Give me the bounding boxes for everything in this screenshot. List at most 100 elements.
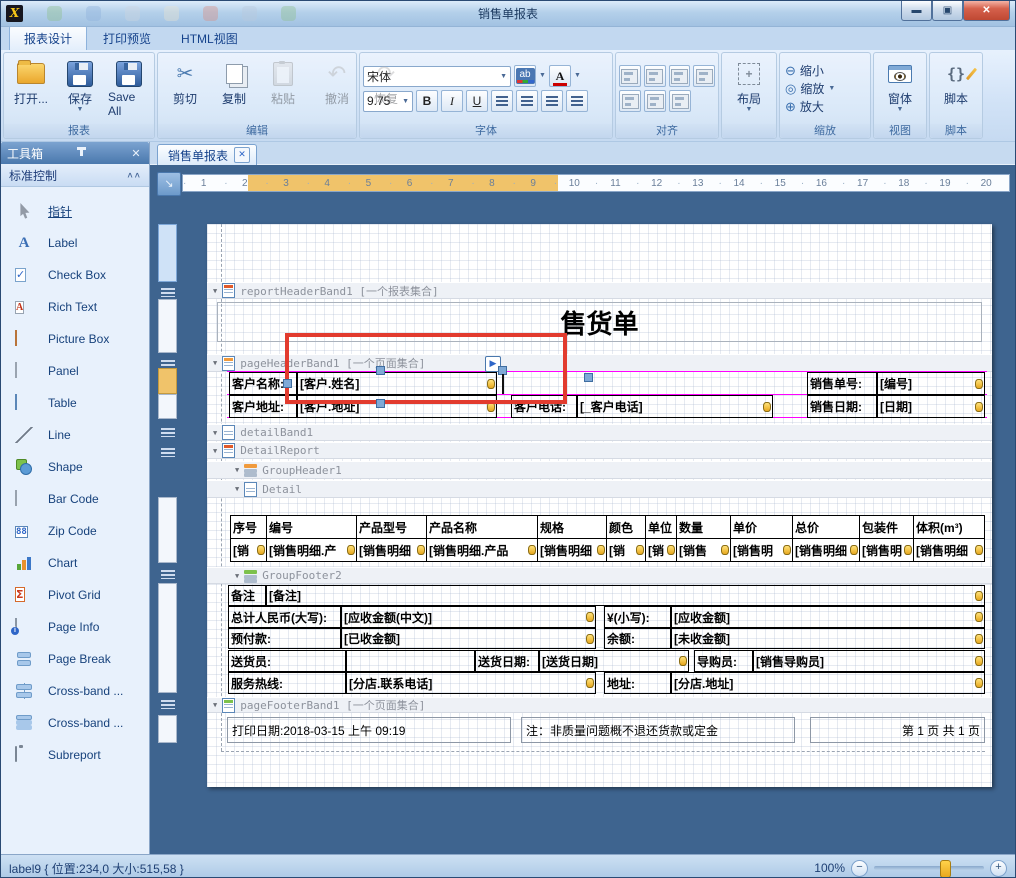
app-icon[interactable]: X [6, 5, 23, 22]
total-num-label[interactable]: ¥(小写): [604, 606, 671, 628]
close-button[interactable]: ✕ [963, 1, 1010, 21]
selection-handle[interactable] [376, 366, 385, 375]
total-cn-label[interactable]: 总计人民币(大写): [228, 606, 341, 628]
balance-label[interactable]: 余额: [604, 628, 671, 649]
zoom-slider[interactable] [874, 866, 984, 870]
toolbox-item-pointer[interactable]: 指针 [1, 195, 149, 227]
detail-field[interactable]: [销售明细 [793, 539, 860, 561]
zoom-button[interactable]: ◎缩放▼ [783, 80, 867, 97]
vertical-ruler-segment[interactable] [158, 224, 177, 282]
document-close-icon[interactable]: ✕ [234, 147, 250, 163]
vertical-ruler-segment[interactable] [158, 497, 177, 563]
vertical-ruler-segment[interactable] [158, 715, 177, 743]
align-lefts-button[interactable] [644, 65, 666, 87]
report-page[interactable]: ▼ reportHeaderBand1 [一个报表集合] 售货单 ▼ pageH… [207, 224, 992, 787]
selection-handle[interactable] [584, 373, 593, 382]
remark-field[interactable]: [备注] [266, 585, 985, 606]
remark-label[interactable]: 备注 [228, 585, 266, 606]
col-header[interactable]: 编号 [267, 516, 357, 538]
col-header[interactable]: 数量 [677, 516, 731, 538]
minimize-button[interactable]: ▬ [901, 1, 932, 21]
align-tops-button[interactable] [619, 90, 641, 112]
order-no-field[interactable]: [编号] [877, 372, 985, 395]
selection-handle[interactable] [376, 399, 385, 408]
justify-button[interactable] [566, 90, 588, 112]
deliverer-label[interactable]: 送货员: [228, 650, 346, 672]
collapse-triangle-icon[interactable]: ▼ [213, 359, 217, 367]
align-middles-button[interactable] [644, 90, 666, 112]
zoom-in-plus-button[interactable]: + [990, 860, 1007, 877]
band-header-detailBand1[interactable]: ▼ detailBand1 [207, 424, 992, 441]
pin-icon[interactable] [79, 147, 93, 159]
redo-button[interactable]: ↷ 恢复 [362, 55, 410, 122]
toolbox-item-checkbox[interactable]: ✓Check Box [1, 259, 149, 291]
col-header[interactable]: 单位 [646, 516, 677, 538]
tab-html-view[interactable]: HTML视图 [167, 26, 252, 50]
sale-date-label[interactable]: 销售日期: [807, 395, 877, 418]
zoom-out-minus-button[interactable]: − [851, 860, 868, 877]
document-tab[interactable]: 销售单报表 ✕ [157, 144, 257, 165]
tab-report-design[interactable]: 报表设计 [9, 25, 87, 50]
align-rights-button[interactable] [693, 65, 715, 87]
snap-grid-button[interactable] [619, 65, 641, 87]
band-grip[interactable] [161, 428, 175, 437]
select-report-button[interactable]: ↘ [157, 172, 181, 196]
band-header-Detail[interactable]: ▼ Detail [207, 480, 992, 498]
detail-field[interactable]: [销售 [677, 539, 731, 561]
band-header-GroupFooter2[interactable]: ▼ GroupFooter2 [207, 567, 992, 584]
paste-button[interactable]: 粘贴 [259, 55, 307, 122]
prepaid-label[interactable]: 预付款: [228, 628, 341, 649]
toolbox-item-table[interactable]: Table [1, 387, 149, 419]
script-button[interactable]: {} 脚本 [932, 55, 980, 122]
align-center-button[interactable] [516, 90, 538, 112]
toolbox-item-crossband-box[interactable]: Cross-band ... [1, 707, 149, 739]
order-no-label[interactable]: 销售单号: [807, 372, 877, 395]
band-grip[interactable] [161, 448, 175, 457]
toolbox-item-picturebox[interactable]: Picture Box [1, 323, 149, 355]
detail-table[interactable]: 序号 编号 产品型号 产品名称 规格 颜色 单位 数量 单价 总价 包装件 体积… [230, 515, 985, 562]
maximize-button[interactable]: ▣ [932, 1, 963, 21]
col-header[interactable]: 规格 [538, 516, 607, 538]
detail-field[interactable]: [销售明细 [357, 539, 427, 561]
customer-phone-field[interactable]: [_客户电话] [577, 395, 773, 418]
collapse-triangle-icon[interactable]: ▼ [213, 447, 217, 455]
col-header[interactable]: 产品名称 [427, 516, 538, 538]
vertical-ruler-segment-selected[interactable] [158, 368, 177, 394]
guide-label[interactable]: 导购员: [694, 650, 753, 672]
bold-button[interactable]: B [416, 90, 438, 112]
band-grip[interactable] [161, 570, 175, 579]
highlight-color-button[interactable]: ab [514, 65, 536, 87]
toolbox-item-richtext[interactable]: ARich Text [1, 291, 149, 323]
vertical-ruler-segment[interactable] [158, 394, 177, 419]
toolbox-item-label[interactable]: ALabel [1, 227, 149, 259]
toolbox-item-pivotgrid[interactable]: ΣPivot Grid [1, 579, 149, 611]
col-header[interactable]: 序号 [231, 516, 267, 538]
detail-field[interactable]: [销售明 [731, 539, 793, 561]
band-header-reportHeaderBand1[interactable]: ▼ reportHeaderBand1 [一个报表集合] [207, 282, 992, 299]
align-bottoms-button[interactable] [669, 90, 691, 112]
sale-date-field[interactable]: [日期] [877, 395, 985, 418]
balance-field[interactable]: [未收金额] [671, 628, 985, 649]
toolbox-item-pagebreak[interactable]: Page Break [1, 643, 149, 675]
col-header[interactable]: 单价 [731, 516, 793, 538]
selection-handle[interactable] [283, 379, 292, 388]
guide-field[interactable]: [销售导购员] [753, 650, 985, 672]
highlight-dropdown[interactable]: ▼ [539, 73, 546, 79]
underline-button[interactable]: U [466, 90, 488, 112]
save-all-button[interactable]: Save All [105, 55, 153, 122]
toolbox-item-zipcode[interactable]: 88Zip Code [1, 515, 149, 547]
detail-field[interactable]: [销 [231, 539, 267, 561]
layout-button[interactable]: + 布局▼ [725, 55, 773, 122]
collapse-triangle-icon[interactable]: ▼ [235, 572, 239, 580]
detail-field[interactable]: [销售明细 [538, 539, 607, 561]
toolbox-item-crossband-line[interactable]: Cross-band ... [1, 675, 149, 707]
collapse-triangle-icon[interactable]: ▼ [235, 485, 239, 493]
horizontal-ruler[interactable]: ·1·2·3·4·5·6·7·8·9·10·11·12·13·14·15·16·… [182, 174, 1010, 192]
font-color-dropdown[interactable]: ▼ [574, 73, 581, 79]
band-header-DetailReport[interactable]: ▼ DetailReport [207, 442, 992, 459]
open-button[interactable]: 打开... [7, 55, 55, 122]
detail-field[interactable]: [销售明细.产品 [427, 539, 538, 561]
shop-address-label[interactable]: 地址: [604, 672, 671, 694]
page-number-label[interactable]: 第 1 页 共 1 页 [810, 717, 985, 743]
font-color-button[interactable]: A [549, 65, 571, 87]
